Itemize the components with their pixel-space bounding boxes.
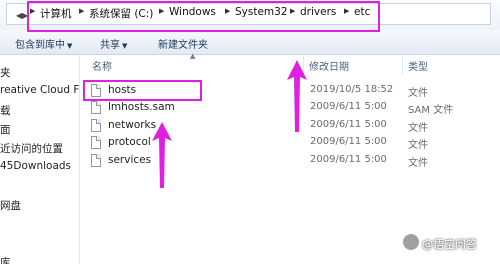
nav-item-desktop[interactable]: 面 — [0, 122, 11, 137]
column-header-modified[interactable]: 修改日期 — [309, 58, 349, 73]
file-name: lmhosts.sam — [108, 101, 175, 113]
file-icon — [91, 119, 101, 132]
share-label: 共享 — [100, 40, 120, 51]
file-name: services — [108, 154, 152, 166]
file-modified: 2009/6/11 5:00 — [310, 101, 387, 112]
file-modified: 2019/10/5 18:52 — [310, 84, 394, 95]
column-divider[interactable] — [402, 56, 403, 74]
new-folder-button[interactable]: 新建文件夹 — [158, 36, 208, 51]
file-row-protocol[interactable]: protocol 2009/6/11 5:00 文件 — [85, 134, 495, 151]
file-icon — [91, 101, 101, 114]
arrow-up-icon — [152, 122, 172, 188]
dropdown-arrow-icon: ▼ — [67, 42, 73, 50]
file-type: 文件 — [408, 158, 428, 169]
file-type: SAM 文件 — [408, 105, 454, 116]
file-modified: 2009/6/11 5:00 — [310, 119, 387, 130]
file-type: 文件 — [408, 140, 428, 151]
file-type: 文件 — [408, 123, 428, 134]
file-name: protocol — [108, 136, 151, 148]
column-header-name[interactable]: 名称 — [92, 58, 112, 73]
hosts-highlight-box — [83, 80, 202, 101]
sort-ascending-icon: ▲ — [190, 52, 196, 60]
nav-item-45downloads[interactable]: 45Downloads — [0, 160, 71, 172]
file-modified: 2009/6/11 5:00 — [310, 154, 387, 165]
nav-item-netdisk[interactable]: 网盘 — [0, 198, 21, 213]
file-icon — [91, 136, 101, 149]
nav-item-favorites[interactable]: 夹 — [0, 65, 11, 80]
file-name: networks — [108, 119, 157, 131]
address-highlight-box — [27, 1, 380, 32]
nav-item-recent-places[interactable]: 近访问的位置 — [0, 141, 63, 156]
nav-item-libraries[interactable]: 库 — [0, 255, 11, 264]
file-type: 文件 — [408, 88, 428, 99]
share-button[interactable]: 共享 ▼ — [100, 36, 127, 51]
file-icon — [91, 154, 101, 167]
command-bar: 包含到库中 ▼ 共享 ▼ 新建文件夹 — [0, 30, 500, 55]
dropdown-arrow-icon: ▼ — [122, 42, 128, 50]
include-in-library-button[interactable]: 包含到库中 ▼ — [15, 36, 72, 51]
nav-item-downloads[interactable]: 载 — [0, 103, 11, 118]
navigation-pane: 夹 reative Cloud File 载 面 近访问的位置 45Downlo… — [0, 55, 80, 264]
file-modified: 2009/6/11 5:00 — [310, 136, 387, 147]
column-header-type[interactable]: 类型 — [408, 58, 428, 73]
include-in-library-label: 包含到库中 — [15, 40, 65, 51]
nav-item-creative-cloud[interactable]: reative Cloud File — [0, 84, 79, 96]
watermark-text: @悟空问答 — [422, 238, 477, 251]
watermark-logo-icon — [403, 234, 419, 250]
file-row-services[interactable]: services 2009/6/11 5:00 文件 — [85, 152, 495, 169]
arrow-up-icon — [287, 60, 307, 132]
